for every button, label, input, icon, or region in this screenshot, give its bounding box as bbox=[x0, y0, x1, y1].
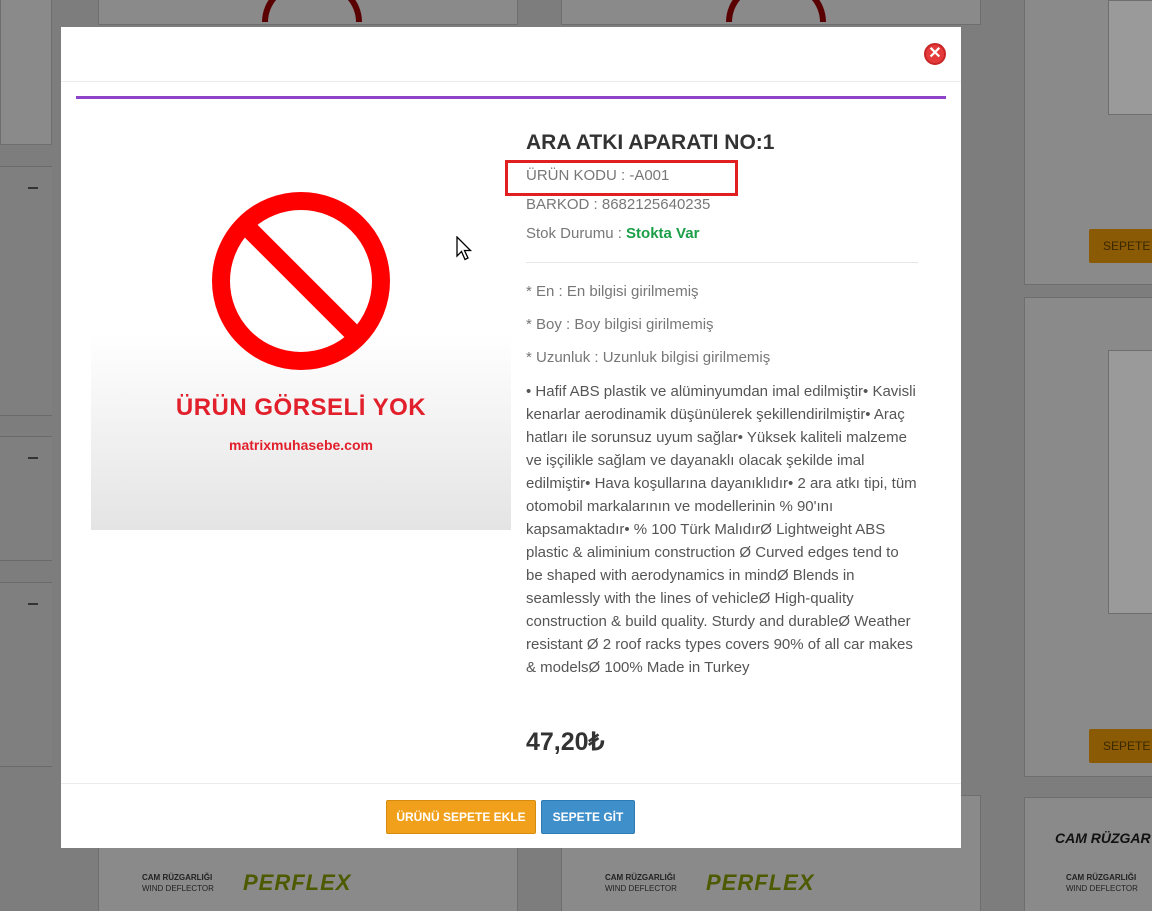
product-modal: ✕ ÜRÜN GÖRSELİ YOK matrixmuhasebe.com AR… bbox=[61, 27, 961, 848]
no-image-site: matrixmuhasebe.com bbox=[229, 437, 373, 453]
background-add-button[interactable]: SEPETE bbox=[1089, 229, 1152, 263]
modal-footer: ÜRÜNÜ SEPETE EKLE SEPETE GİT bbox=[61, 783, 961, 848]
ad-label: WIND DEFLECTOR bbox=[605, 884, 677, 893]
background-image bbox=[1108, 0, 1152, 115]
spec-width: * En : En bilgisi girilmemiş bbox=[526, 283, 699, 300]
go-to-cart-button[interactable]: SEPETE GİT bbox=[541, 800, 635, 834]
ad-label: CAM RÜZGARLIĞI bbox=[142, 873, 213, 882]
background-add-button[interactable]: SEPETE bbox=[1089, 729, 1152, 763]
product-caption: CAM RÜZGAR bbox=[1055, 830, 1151, 846]
ad-label: WIND DEFLECTOR bbox=[142, 884, 214, 893]
background-filter-panel bbox=[0, 436, 52, 561]
background-image bbox=[1108, 350, 1152, 614]
product-code-row: ÜRÜN KODU : -A001 bbox=[505, 160, 918, 196]
background-card bbox=[0, 0, 52, 145]
stock-label: Stok Durumu : bbox=[526, 225, 622, 242]
no-image-icon bbox=[262, 0, 362, 22]
highlight-box bbox=[505, 160, 738, 196]
barcode-label: BARKOD : bbox=[526, 196, 598, 213]
info-divider bbox=[526, 262, 918, 263]
product-description: • Hafif ABS plastik ve alüminyumdan imal… bbox=[526, 383, 917, 676]
accent-divider bbox=[76, 96, 946, 99]
background-filter-panel bbox=[0, 166, 52, 416]
ad-label: WIND DEFLECTOR bbox=[1066, 884, 1138, 893]
barcode-value: 8682125640235 bbox=[601, 196, 711, 213]
no-image-icon bbox=[726, 0, 826, 22]
product-info: ARA ATKI APARATI NO:1 ÜRÜN KODU : -A001 … bbox=[505, 131, 918, 679]
close-icon[interactable]: ✕ bbox=[924, 43, 946, 65]
stock-status: Stokta Var bbox=[626, 225, 700, 242]
product-price: 47,20₺ bbox=[526, 728, 605, 756]
modal-header: ✕ bbox=[61, 27, 961, 82]
barcode-row: BARKOD : 8682125640235 bbox=[526, 194, 918, 223]
brand-logo: PERFLEX bbox=[706, 870, 815, 895]
no-image-icon bbox=[212, 192, 390, 370]
spec-length: * Uzunluk : Uzunluk bilgisi girilmemiş bbox=[526, 349, 771, 366]
collapse-icon[interactable] bbox=[28, 603, 38, 605]
collapse-icon[interactable] bbox=[28, 457, 38, 459]
brand-logo: PERFLEX bbox=[243, 870, 352, 895]
add-to-cart-button[interactable]: ÜRÜNÜ SEPETE EKLE bbox=[386, 800, 536, 834]
ad-label: CAM RÜZGARLIĞI bbox=[605, 873, 676, 882]
collapse-icon[interactable] bbox=[28, 187, 38, 189]
product-title: ARA ATKI APARATI NO:1 bbox=[526, 131, 775, 154]
background-card bbox=[1024, 797, 1152, 911]
mouse-cursor-icon bbox=[456, 236, 473, 261]
ad-label: CAM RÜZGARLIĞI bbox=[1066, 873, 1137, 882]
no-image-title: ÜRÜN GÖRSELİ YOK bbox=[175, 394, 427, 421]
spec-height: * Boy : Boy bilgisi girilmemiş bbox=[526, 316, 714, 333]
product-image: ÜRÜN GÖRSELİ YOK matrixmuhasebe.com bbox=[91, 172, 511, 530]
stock-row: Stok Durumu : Stokta Var bbox=[526, 223, 918, 252]
background-filter-panel bbox=[0, 582, 52, 767]
